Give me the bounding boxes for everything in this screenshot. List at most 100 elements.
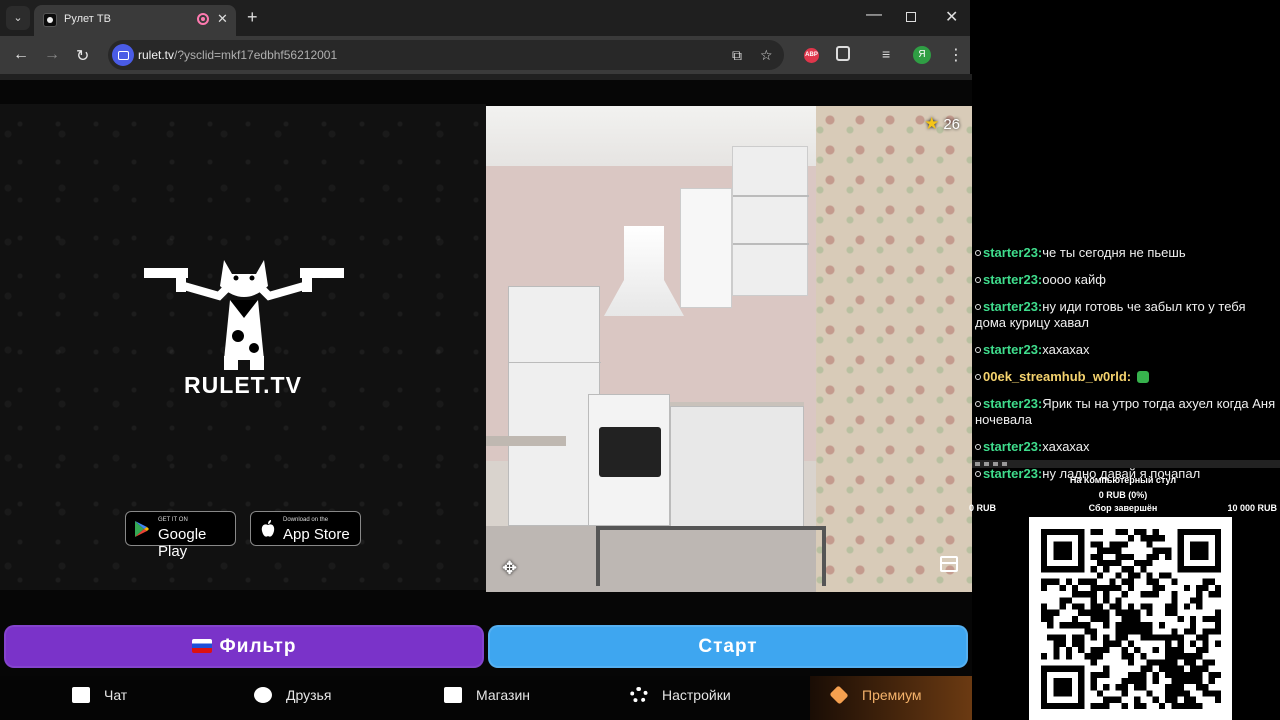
- nav-premium-label: Премиум: [862, 687, 922, 703]
- address-bar[interactable]: rulet.tv/?ysclid=mkf17edbhf56212001 ⧉ ☆: [108, 40, 784, 70]
- nav-friends-label: Друзья: [286, 687, 332, 703]
- google-play-caption: GET IT ON: [158, 517, 188, 523]
- reload-button[interactable]: ↻: [76, 46, 89, 66]
- start-button[interactable]: Старт: [488, 625, 968, 668]
- donation-amount: 0 RUB (0%): [1098, 490, 1148, 500]
- move-icon[interactable]: ✥: [502, 558, 517, 579]
- nav-shop-label: Магазин: [476, 687, 531, 703]
- site-info-icon[interactable]: [112, 44, 134, 66]
- url-text[interactable]: rulet.tv/?ysclid=mkf17edbhf56212001: [138, 48, 337, 62]
- forward-button[interactable]: →: [44, 46, 60, 64]
- bookmark-star-icon[interactable]: ☆: [760, 47, 773, 64]
- google-play-label: Google Play: [158, 526, 207, 560]
- donation-min: 0 RUB: [969, 503, 997, 513]
- window-maximize-button[interactable]: [906, 12, 916, 22]
- chat-text: хахахах: [1042, 439, 1090, 454]
- filter-label: Фильтр: [219, 636, 297, 657]
- browser-menu-icon[interactable]: ⋮: [948, 45, 964, 65]
- gear-icon: [630, 687, 648, 703]
- chat-divider: [972, 460, 1280, 468]
- donation-max: 10 000 RUB: [1227, 503, 1277, 513]
- install-app-icon[interactable]: ⧉: [732, 47, 742, 64]
- site-favicon-icon: [43, 13, 57, 27]
- chat-message: 00ek_streamhub_w0rld:: [972, 367, 1280, 387]
- shopping-bag-icon: [444, 687, 462, 703]
- chat-username: starter23:: [983, 439, 1043, 454]
- star-icon: ★: [924, 114, 940, 133]
- chat-username: starter23:: [983, 396, 1043, 411]
- new-tab-button[interactable]: +: [247, 7, 258, 28]
- app-store-caption: Download on the: [283, 517, 329, 523]
- chat-badge-icon: [975, 374, 981, 380]
- donation-qr-code: [1029, 517, 1232, 720]
- tab-title: Рулет ТВ: [64, 13, 111, 25]
- chat-badge-icon: [975, 277, 981, 283]
- chat-message: starter23:че ты сегодня не пьешь: [972, 243, 1280, 263]
- apple-icon: [261, 520, 275, 537]
- chat-message: starter23:Ярик ты на утро тогда ахуел ко…: [972, 394, 1280, 430]
- gift-icon[interactable]: [940, 556, 958, 572]
- video-chair: [596, 526, 826, 586]
- nav-shop[interactable]: Магазин: [444, 687, 530, 703]
- app-store-label: App Store: [283, 526, 350, 543]
- star-counter: ★ 26: [924, 114, 960, 134]
- chat-list: starter23:че ты сегодня не пьешь starter2…: [972, 240, 1280, 484]
- nav-friends[interactable]: Друзья: [254, 687, 331, 703]
- profile-avatar[interactable]: Я: [913, 46, 931, 64]
- nav-chat[interactable]: Чат: [72, 687, 127, 703]
- video-cabinet: [680, 188, 732, 308]
- russia-flag-icon: [191, 639, 212, 653]
- recording-indicator-icon[interactable]: [197, 13, 209, 25]
- chat-badge-icon: [975, 347, 981, 353]
- chat-message: starter23:оооо кайф: [972, 270, 1280, 290]
- partner-video[interactable]: ★ 26 ✥: [486, 106, 972, 592]
- chat-badge-icon: [975, 401, 981, 407]
- nav-settings[interactable]: Настройки: [630, 687, 731, 703]
- tab-close-button[interactable]: ✕: [217, 11, 228, 27]
- chat-badge-icon: [975, 444, 981, 450]
- browser-tab-bar: ⌄ Рулет ТВ ✕ + — ✕: [0, 0, 970, 36]
- chat-badge-icon: [975, 304, 981, 310]
- google-play-button[interactable]: GET IT ON Google Play: [125, 511, 236, 560]
- window-close-button[interactable]: ✕: [945, 7, 958, 27]
- tab-rulet[interactable]: Рулет ТВ ✕: [34, 5, 236, 36]
- chat-username: 00ek_streamhub_w0rld:: [983, 369, 1132, 384]
- donation-title: На Компьютерный стул: [1069, 475, 1177, 485]
- brand-panel: RULET.TV GET IT ON Google Play Download …: [0, 104, 486, 590]
- chat-text: хахахах: [1042, 342, 1090, 357]
- adblock-extension-icon[interactable]: ABP: [804, 48, 819, 63]
- google-play-icon: [135, 521, 149, 537]
- friends-icon: [254, 687, 272, 703]
- chat-username: starter23:: [983, 342, 1043, 357]
- screen: ⌄ Рулет ТВ ✕ + — ✕ ← → ↻ rulet.tv/?yscli…: [0, 0, 1280, 720]
- chat-icon: [72, 687, 90, 703]
- extensions-puzzle-icon[interactable]: [836, 46, 850, 61]
- chat-username: starter23:: [983, 299, 1043, 314]
- chat-text: че ты сегодня не пьешь: [1042, 245, 1186, 260]
- premium-tag-icon: [829, 685, 849, 705]
- nav-premium[interactable]: Премиум: [829, 685, 922, 705]
- video-stove: [588, 394, 670, 526]
- brand-wordmark: RULET.TV: [184, 372, 302, 398]
- back-button[interactable]: ←: [13, 46, 29, 64]
- video-shelves: [732, 146, 809, 296]
- nav-chat-label: Чат: [104, 687, 128, 703]
- app-store-button[interactable]: Download on the App Store: [250, 511, 361, 546]
- chat-badge-icon: [975, 250, 981, 256]
- start-label: Старт: [698, 636, 758, 657]
- browser-toolbar: ← → ↻ rulet.tv/?ysclid=mkf17edbhf5621200…: [0, 36, 970, 74]
- qr-code-icon: [1041, 529, 1221, 709]
- tab-search-button[interactable]: ⌄: [6, 6, 30, 30]
- chat-message: starter23:ну иди готовь че забыл кто у т…: [972, 297, 1280, 333]
- chat-username: starter23:: [983, 245, 1043, 260]
- emote-icon: [1137, 371, 1150, 383]
- star-count-value: 26: [943, 116, 960, 133]
- donation-goal: На Компьютерный стул 0 RUB (0%) Сбор зав…: [966, 470, 1280, 518]
- media-controls-icon[interactable]: ≡: [882, 46, 890, 62]
- window-minimize-button[interactable]: —: [866, 6, 882, 24]
- bottom-navigation: Чат Друзья Магазин Настройки Премиум: [0, 676, 972, 720]
- chat-text: оооо кайф: [1042, 272, 1106, 287]
- page-content: RULET.TV GET IT ON Google Play Download …: [0, 74, 972, 720]
- filter-button[interactable]: Фильтр: [4, 625, 484, 668]
- video-table: [486, 436, 566, 446]
